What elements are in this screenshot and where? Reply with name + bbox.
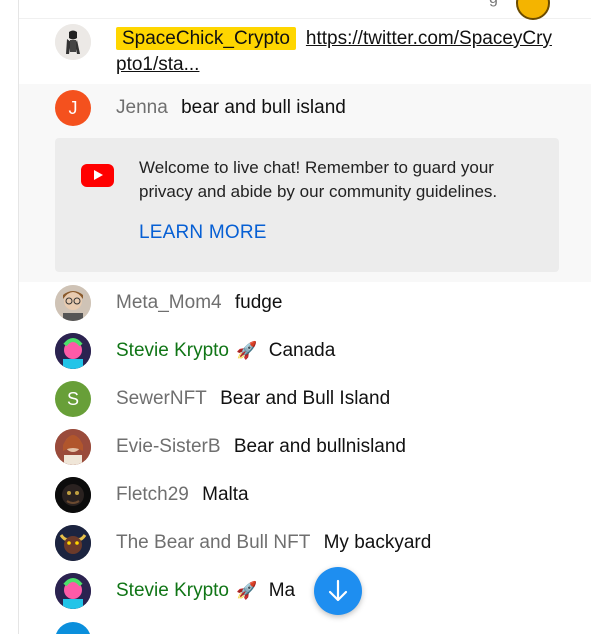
message-text: Canada xyxy=(268,340,336,361)
author-name[interactable]: Fletch29 xyxy=(116,484,189,505)
astronaut-avatar-icon xyxy=(55,24,91,60)
chat-message: Stevie Krypto 🚀 Ma xyxy=(19,570,591,618)
chat-message: S SewerNFT Bear and Bull Island xyxy=(19,378,591,426)
live-chat-panel: g SpaceChick_Cryptohttps://twitter.com/S… xyxy=(18,0,591,634)
scroll-to-bottom-button[interactable] xyxy=(314,567,362,615)
author-name[interactable]: Meta_Mom4 xyxy=(116,292,222,313)
author-avatar[interactable] xyxy=(55,525,91,561)
colorful-avatar-icon xyxy=(55,333,91,369)
youtube-icon xyxy=(81,164,114,187)
avatar-letter: J xyxy=(68,97,78,118)
author-avatar[interactable]: S xyxy=(55,381,91,417)
previous-message-partial: g xyxy=(19,0,591,19)
rocket-badge-icon: 🚀 xyxy=(236,341,258,360)
message-text: Ma xyxy=(268,580,296,601)
message-body: SpaceChick_Crypto https://twitter.com/Spa… xyxy=(116,26,562,78)
woman-avatar-icon xyxy=(55,429,91,465)
learn-more-button[interactable]: LEARN MORE xyxy=(139,222,267,244)
glasses-person-avatar-icon xyxy=(55,285,91,321)
message-body: Meta_Mom4 fudge xyxy=(116,290,562,316)
author-avatar[interactable] xyxy=(55,24,91,60)
message-text: Bear and Bull Island xyxy=(220,388,391,409)
notice-text: Welcome to live chat! Remember to guard … xyxy=(139,158,498,201)
chat-message: Fletch29 Malta xyxy=(19,474,591,522)
message-body: Fletch29 Malta xyxy=(116,482,562,508)
chat-message: Stevie Krypto 🚀 Canada xyxy=(19,330,591,378)
chat-message: Meta_Mom4 fudge xyxy=(19,282,591,330)
chat-message: The Bear and Bull NFT My backyard xyxy=(19,522,591,570)
message-body: Evie-SisterB Bear and bullnisland xyxy=(116,434,562,460)
author-name[interactable]: SewerNFT xyxy=(116,388,207,409)
message-body: Jenna bear and bull island xyxy=(116,95,562,121)
message-text: My backyard xyxy=(323,532,432,553)
author-name[interactable]: The Bear and Bull NFT xyxy=(116,532,310,553)
chat-message: SpaceChick_Crypto https://twitter.com/Spa… xyxy=(19,18,591,84)
author-avatar[interactable] xyxy=(55,429,91,465)
message-body: SewerNFT Bear and Bull Island xyxy=(116,386,562,412)
author-avatar[interactable]: J xyxy=(55,90,91,126)
bull-avatar-icon xyxy=(55,525,91,561)
next-avatar-partial xyxy=(55,622,91,634)
author-name[interactable]: Stevie Krypto xyxy=(116,580,229,601)
chat-message: J Jenna bear and bull island xyxy=(19,84,591,132)
author-name[interactable]: Evie-SisterB xyxy=(116,436,221,457)
author-avatar[interactable] xyxy=(55,285,91,321)
avatar-letter: S xyxy=(66,388,79,409)
message-text: Bear and bullnisland xyxy=(233,436,406,457)
message-body: Stevie Krypto 🚀 Canada xyxy=(116,338,562,364)
welcome-notice: Welcome to live chat! Remember to guard … xyxy=(55,138,559,272)
chat-message: Evie-SisterB Bear and bullnisland xyxy=(19,426,591,474)
author-name[interactable]: Jenna xyxy=(116,97,168,118)
rocket-badge-icon: 🚀 xyxy=(236,581,258,600)
author-name[interactable]: Stevie Krypto xyxy=(116,340,229,361)
author-avatar[interactable] xyxy=(55,477,91,513)
author-avatar[interactable] xyxy=(55,333,91,369)
partial-text: g xyxy=(489,0,498,8)
message-body: The Bear and Bull NFT My backyard xyxy=(116,530,562,556)
message-text: bear and bull island xyxy=(181,97,346,118)
message-text: fudge xyxy=(234,292,283,313)
dark-avatar-icon xyxy=(55,477,91,513)
colorful-avatar-icon xyxy=(55,573,91,609)
author-name[interactable]: SpaceChick_Crypto xyxy=(116,27,296,50)
arrow-down-icon xyxy=(328,579,348,602)
author-avatar[interactable] xyxy=(55,573,91,609)
message-text: Malta xyxy=(202,484,249,505)
